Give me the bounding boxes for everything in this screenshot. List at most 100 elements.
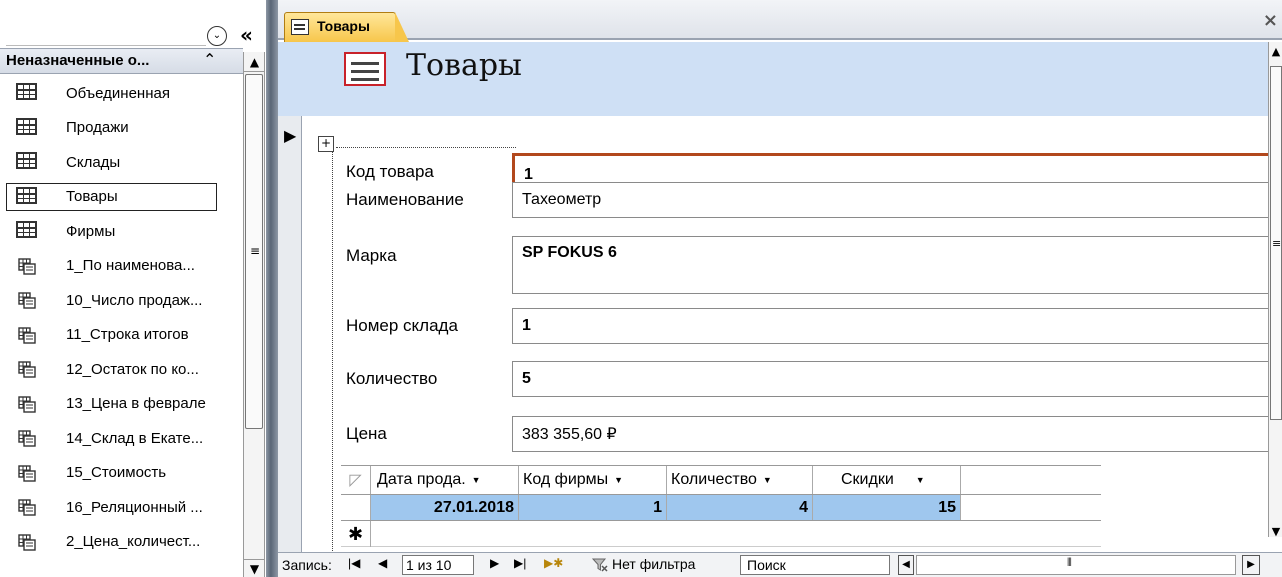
nav-collapse-button[interactable]: « <box>240 25 262 46</box>
table-icon <box>16 152 37 169</box>
column-header-data-prodazhi[interactable]: Дата прода. ▼ <box>371 466 519 494</box>
row-selector[interactable] <box>341 495 371 520</box>
nav-item[interactable]: Товары <box>0 180 243 215</box>
nav-item[interactable]: 10_Число продаж... <box>0 283 243 318</box>
dropdown-icon[interactable]: ▼ <box>763 475 772 485</box>
dropdown-icon[interactable]: ▼ <box>472 475 481 485</box>
scroll-right-icon[interactable]: ▶ <box>1242 555 1260 575</box>
nav-item[interactable]: Склады <box>0 145 243 180</box>
dropdown-icon[interactable]: ▼ <box>916 475 925 485</box>
horizontal-scrollbar[interactable]: ◀ ⦀ ▶ <box>898 555 1282 575</box>
nav-item[interactable]: 1_По наименова... <box>0 249 243 284</box>
empty-header <box>961 466 1101 494</box>
cell-skidki[interactable]: 15 <box>813 495 961 520</box>
field-value: 383 355,60 ₽ <box>522 426 617 443</box>
layout-guide <box>332 152 333 577</box>
field-cena[interactable]: 383 355,60 ₽ <box>512 416 1272 452</box>
prev-record-icon[interactable]: ◀ <box>378 556 387 570</box>
nav-item[interactable]: 16_Реляционный ... <box>0 490 243 525</box>
query-icon <box>18 257 36 275</box>
scroll-left-icon[interactable]: ◀ <box>898 555 914 575</box>
tab-tovary[interactable]: Товары <box>284 12 409 42</box>
nav-scrollbar[interactable]: ▲ ≡ ▼ <box>243 52 265 577</box>
nav-search-input[interactable] <box>6 22 206 46</box>
query-icon <box>18 361 36 378</box>
select-all-icon[interactable]: ◸ <box>341 466 371 494</box>
pane-divider[interactable] <box>266 0 278 577</box>
nav-item-label: 14_Склад в Екате... <box>66 429 204 447</box>
form-scrollbar[interactable]: ▲ ≡ ▼ <box>1268 42 1282 537</box>
first-record-icon[interactable]: |◀ <box>348 556 360 570</box>
scroll-up-icon[interactable]: ▲ <box>1269 42 1282 62</box>
nav-item[interactable]: Объединенная <box>0 76 243 111</box>
close-icon[interactable]: × <box>1263 10 1278 31</box>
nav-item[interactable]: Продажи <box>0 111 243 146</box>
grip-icon: ≡ <box>1272 237 1282 250</box>
query-icon <box>18 464 36 482</box>
field-value: Тахеометр <box>522 191 602 208</box>
column-header-skidki[interactable]: Скидки ▼ <box>813 466 961 494</box>
nav-item[interactable]: 2_Цена_количест... <box>0 525 243 560</box>
nav-item[interactable]: 13_Цена в феврале <box>0 387 243 422</box>
record-selector[interactable]: ▶ <box>278 116 302 576</box>
nav-item[interactable]: Фирмы <box>0 214 243 249</box>
field-label-nomer-sklada: Номер склада <box>346 316 458 335</box>
filter-off-icon <box>592 558 608 572</box>
nav-item-label: 11_Строка итогов <box>66 326 189 344</box>
last-record-icon[interactable]: ▶| <box>514 556 526 570</box>
column-label: Количество <box>671 471 757 488</box>
current-record-icon: ▶ <box>284 126 297 145</box>
field-kolichestvo[interactable]: 5 <box>512 361 1272 397</box>
new-record-row[interactable]: ✱ <box>341 521 1101 547</box>
chevron-up-icon[interactable]: ⌃ <box>203 50 216 69</box>
field-marka[interactable]: SP FOKUS 6 <box>512 236 1272 294</box>
scroll-down-icon[interactable]: ▼ <box>1269 526 1282 537</box>
nav-item-label: 10_Число продаж... <box>66 291 203 309</box>
column-header-kod-firmy[interactable]: Код фирмы ▼ <box>519 466 667 494</box>
filter-toggle-button[interactable]: Нет фильтра <box>590 555 695 575</box>
scroll-down-icon[interactable]: ▼ <box>244 559 265 577</box>
cell-data-prodazhi[interactable]: 27.01.2018 <box>371 495 519 520</box>
layout-guide <box>336 147 516 148</box>
cell-kod-firmy[interactable]: 1 <box>519 495 667 520</box>
query-icon <box>18 292 36 309</box>
nav-menu-icon[interactable]: ⌄ <box>207 26 227 46</box>
field-label-kod-tovara: Код товара <box>346 162 434 181</box>
table-icon <box>16 186 37 204</box>
query-icon <box>18 533 36 551</box>
nav-item[interactable]: 11_Строка итогов <box>0 318 243 353</box>
horizontal-scroll-track[interactable]: ⦀ <box>916 555 1236 575</box>
navigation-pane: ⌄ « Неназначенные о... ⌃ Объединенная Про… <box>0 0 266 577</box>
nav-scroll-thumb[interactable]: ≡ <box>245 74 263 429</box>
field-label-cena: Цена <box>346 424 387 443</box>
record-counter-input[interactable]: 1 из 10 <box>402 555 474 575</box>
filter-label: Нет фильтра <box>612 556 696 572</box>
table-icon <box>16 221 37 238</box>
nav-item[interactable]: 12_Остаток по ко... <box>0 352 243 387</box>
nav-item[interactable]: 15_Стоимость <box>0 456 243 491</box>
nav-group-header[interactable]: Неназначенные о... ⌃ <box>0 48 243 74</box>
new-record-icon[interactable]: ▶✱ <box>544 556 563 570</box>
column-label: Дата прода. <box>377 471 466 488</box>
form-scroll-thumb[interactable]: ≡ <box>1270 66 1282 420</box>
form-icon <box>344 52 386 86</box>
field-naimenovanie[interactable]: Тахеометр <box>512 182 1272 218</box>
table-icon <box>16 117 37 135</box>
scroll-up-icon[interactable]: ▲ <box>244 52 265 72</box>
cell-kolichestvo[interactable]: 4 <box>667 495 813 520</box>
field-value: SP FOKUS 6 <box>522 244 617 261</box>
field-value: 1 <box>522 317 531 334</box>
grip-icon: ≡ <box>250 244 261 258</box>
field-nomer-sklada[interactable]: 1 <box>512 308 1272 344</box>
form-header: Товары <box>278 42 1268 116</box>
nav-item[interactable]: 14_Склад в Екате... <box>0 421 243 456</box>
layout-move-icon[interactable]: + <box>318 136 334 152</box>
dropdown-icon[interactable]: ▼ <box>614 475 623 485</box>
field-label-kolichestvo: Количество <box>346 369 438 388</box>
column-label: Код фирмы <box>523 471 609 488</box>
column-header-kolichestvo[interactable]: Количество ▼ <box>667 466 813 494</box>
search-input[interactable]: Поиск <box>740 555 890 575</box>
query-icon <box>18 326 36 344</box>
next-record-icon[interactable]: ▶ <box>490 556 499 570</box>
table-row[interactable]: 27.01.2018 1 4 15 <box>341 495 1101 521</box>
